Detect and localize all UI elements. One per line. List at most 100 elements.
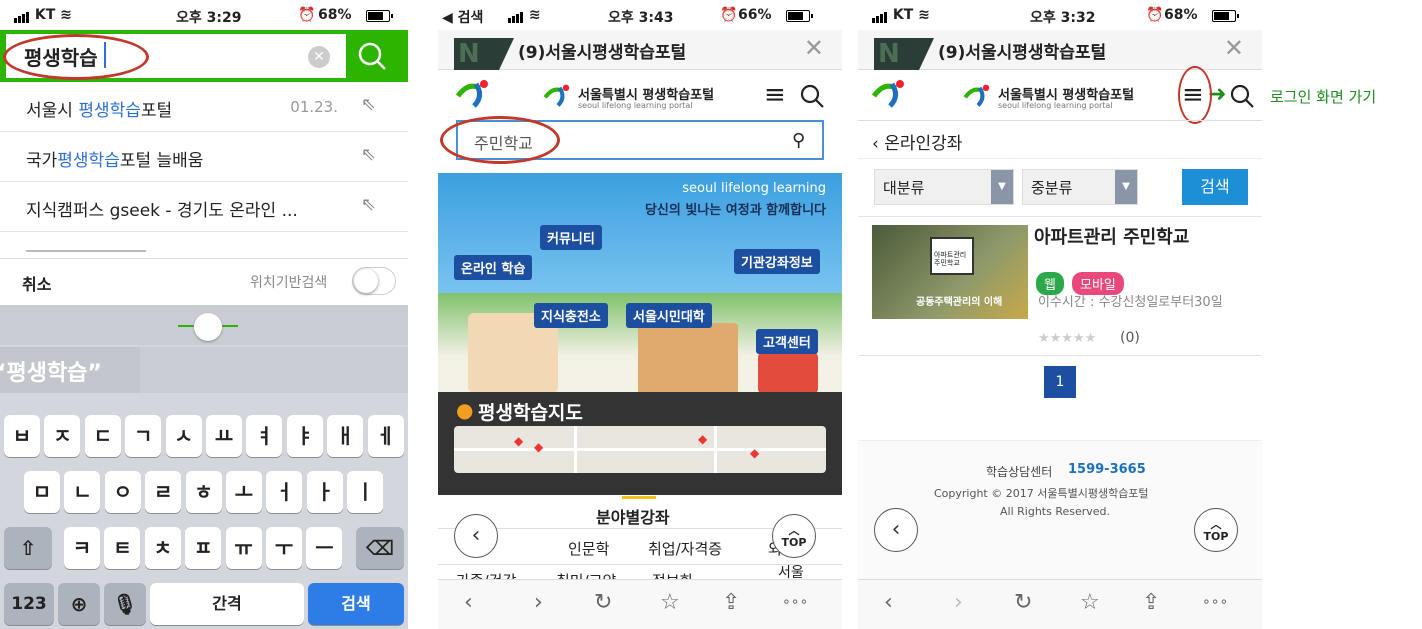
share-icon[interactable]: ⇪ <box>722 590 740 615</box>
browser-bottom-nav: ‹ › ↻ ☆ ⇪ ∘∘∘ <box>438 579 842 629</box>
key-10[interactable]: ㅔ <box>367 415 404 457</box>
consult-phone[interactable]: 1599-3665 <box>1068 462 1146 477</box>
status-bar: KT ≋ 오후 3:29 ⏰ 68% <box>0 0 408 30</box>
category-select-major[interactable]: 대분류 ▼ <box>874 169 1014 205</box>
seoul-logo-icon[interactable] <box>454 78 494 108</box>
cancel-button[interactable]: 취소 <box>22 271 51 295</box>
key-9[interactable]: ㅐ <box>327 415 364 457</box>
more-icon[interactable]: ∘∘∘ <box>782 594 808 610</box>
menu-tag-institution-info[interactable]: 기관강좌정보 <box>734 249 820 274</box>
key-row2-1[interactable]: ㅁ <box>24 471 60 513</box>
rating-count: (0) <box>1120 330 1140 346</box>
search-icon[interactable]: ⚲ <box>792 130 805 151</box>
close-icon[interactable]: ✕ <box>804 34 824 62</box>
reload-icon[interactable]: ↻ <box>594 590 612 615</box>
category-select-minor[interactable]: 중분류 ▼ <box>1022 169 1138 205</box>
key-row2-4[interactable]: ㄹ <box>145 471 182 513</box>
menu-icon[interactable]: ≡ <box>764 80 786 110</box>
menu-tag-community[interactable]: 커뮤니티 <box>540 225 602 250</box>
prev-arrow-icon[interactable]: ‹ <box>874 508 918 552</box>
key-row2-9[interactable]: ㅣ <box>347 471 384 513</box>
key-1[interactable]: ㅂ <box>4 415 40 457</box>
bookmark-icon[interactable]: ☆ <box>660 590 680 615</box>
key-6[interactable]: ㅛ <box>206 415 242 457</box>
back-to-app[interactable]: ◀ 검색 <box>442 7 483 27</box>
key-row2-5[interactable]: ㅎ <box>185 471 222 513</box>
key-row2-8[interactable]: ㅏ <box>306 471 343 513</box>
suggestion-item[interactable]: 서울시 평생학습포털 01.23. ⇖ <box>0 82 408 132</box>
arrow-up-left-icon[interactable]: ⇖ <box>361 194 376 215</box>
key-4[interactable]: ㄱ <box>125 415 162 457</box>
reload-icon[interactable]: ↻ <box>1014 590 1032 615</box>
annotation-circle <box>3 34 149 80</box>
prev-arrow-icon[interactable]: ‹ <box>454 514 498 558</box>
seoul-small-logo-icon <box>963 84 990 107</box>
arrow-up-left-icon[interactable]: ⇖ <box>361 144 376 165</box>
search-icon[interactable] <box>352 36 392 76</box>
shift-key[interactable]: ⇧ <box>4 527 52 569</box>
key-3[interactable]: ㄷ <box>84 415 121 457</box>
key-row3-5[interactable]: ㅠ <box>225 527 262 569</box>
search-icon[interactable] <box>798 82 826 110</box>
back-icon[interactable]: ‹ <box>464 590 473 615</box>
suggestion-item[interactable]: 국가평생학습포털 늘배움 ⇖ <box>0 132 408 182</box>
map-preview[interactable]: ◆ ◆ ◆ ◆ <box>454 426 826 473</box>
scroll-top-button[interactable]: ︿ TOP <box>772 514 816 558</box>
globe-icon[interactable]: ⊕ <box>58 583 100 625</box>
phone-search-screen: KT ≋ 오후 3:29 ⏰ 68% 평생학습 ✕ 서울시 평생학습포털 01.… <box>0 0 408 629</box>
page-button[interactable]: 1 <box>1044 366 1076 398</box>
filter-search-button[interactable]: 검색 <box>1182 169 1248 205</box>
badge-mobile: 모바일 <box>1072 272 1124 295</box>
key-5[interactable]: ㅅ <box>165 415 202 457</box>
key-row2-2[interactable]: ㄴ <box>64 471 101 513</box>
share-icon[interactable]: ⇪ <box>1142 590 1160 615</box>
microphone-icon[interactable]: 🎙 <box>104 583 146 625</box>
backspace-icon[interactable]: ⌫ <box>356 527 404 569</box>
suggestion-item[interactable]: 지식캠퍼스 gseek - 경기도 온라인 ... ⇖ <box>0 182 408 232</box>
number-key[interactable]: 123 <box>4 583 54 625</box>
forward-icon[interactable]: › <box>954 590 963 615</box>
key-row3-1[interactable]: ㅋ <box>64 527 100 569</box>
key-row2-3[interactable]: ㅇ <box>104 471 141 513</box>
bookmark-icon[interactable]: ☆ <box>1080 590 1100 615</box>
course-thumbnail[interactable]: 아파트관리 주민학교 공동주택관리의 이해 <box>872 225 1028 319</box>
breadcrumb[interactable]: ‹ 온라인강좌 <box>872 129 962 154</box>
key-2[interactable]: ㅈ <box>44 415 81 457</box>
course-title[interactable]: 아파트관리 주민학교 <box>1034 223 1189 249</box>
menu-tag-knowledge-center[interactable]: 지식충전소 <box>534 303 608 328</box>
prediction-bar[interactable]: “평생학습” <box>0 347 140 393</box>
location-toggle[interactable] <box>352 267 396 295</box>
key-row3-3[interactable]: ㅊ <box>144 527 181 569</box>
key-row2-7[interactable]: ㅓ <box>266 471 303 513</box>
key-row3-2[interactable]: ㅌ <box>104 527 141 569</box>
seoul-logo-icon[interactable] <box>870 78 910 108</box>
more-icon[interactable]: ∘∘∘ <box>1202 594 1228 610</box>
key-row2-6[interactable]: ㅗ <box>226 471 262 513</box>
menu-tag-customer-center[interactable]: 고객센터 <box>756 329 818 354</box>
key-7[interactable]: ㅕ <box>246 415 283 457</box>
key-row3-4[interactable]: ㅍ <box>185 527 222 569</box>
key-8[interactable]: ㅑ <box>286 415 323 457</box>
key-row3-7[interactable]: ㅡ <box>306 527 343 569</box>
forward-icon[interactable]: › <box>534 590 543 615</box>
category-jobs[interactable]: 취업/자격증 <box>648 538 722 559</box>
menu-tag-online-learning[interactable]: 온라인 학습 <box>454 255 533 280</box>
search-icon[interactable] <box>1228 82 1256 110</box>
search-key[interactable]: 검색 <box>308 583 404 625</box>
tab-title[interactable]: (9)서울시평생학습포털 <box>518 38 686 63</box>
key-row3-6[interactable]: ㅜ <box>266 527 302 569</box>
course-card[interactable]: 아파트관리 주민학교 공동주택관리의 이해 아파트관리 주민학교 웹 모바일 이… <box>858 216 1262 356</box>
close-icon[interactable]: ✕ <box>1224 34 1244 62</box>
space-key[interactable]: 간격 <box>150 583 304 625</box>
arrow-up-left-icon[interactable]: ⇖ <box>361 94 376 115</box>
house-icon: 아파트관리 주민학교 <box>930 237 974 275</box>
browser-bottom-nav: ‹ › ↻ ☆ ⇪ ∘∘∘ <box>858 579 1262 629</box>
tab-title[interactable]: (9)서울시평생학습포털 <box>938 38 1106 63</box>
scroll-top-button[interactable]: ︿ TOP <box>1194 508 1238 552</box>
category-humanities[interactable]: 인문학 <box>568 538 609 559</box>
menu-tag-citizen-university[interactable]: 서울시민대학 <box>626 303 712 328</box>
clear-icon[interactable]: ✕ <box>308 46 330 68</box>
learning-map[interactable]: ● 평생학습지도 ◆ ◆ ◆ ◆ <box>438 392 842 495</box>
phone-course-list: KT ≋ 오후 3:32 ⏰ 68% N (9)서울시평생학습포털 ✕ 서울특별… <box>858 0 1262 629</box>
back-icon[interactable]: ‹ <box>884 590 893 615</box>
